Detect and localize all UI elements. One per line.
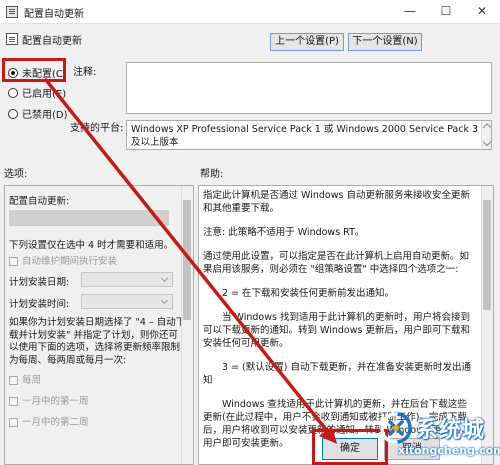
help-paragraph: 当 Windows 找到适用于此计算机的更新时，用户将会接到可以下载更新的通知。… — [203, 312, 470, 349]
first-week-label: 一月中的第一周 — [22, 396, 89, 407]
schedule-time-dropdown[interactable] — [81, 294, 173, 309]
next-setting-button[interactable]: 下一个设置(N) — [348, 33, 422, 51]
supported-platforms-value: Windows XP Professional Service Pack 1 或… — [131, 124, 479, 148]
first-week-checkbox-row[interactable]: 一月中的第一周 — [9, 393, 89, 407]
comment-textarea[interactable] — [126, 62, 492, 114]
radio-enabled-label: 已启用(E) — [22, 89, 67, 100]
watermark-logo-icon — [380, 412, 412, 444]
help-heading: 帮助: — [200, 169, 224, 180]
first-week-checkbox[interactable] — [9, 397, 18, 406]
maintenance-checkbox-label: 自动维护期间执行安装 — [22, 256, 118, 267]
radio-not-configured[interactable]: 未配置(C) — [8, 65, 67, 80]
radio-indicator[interactable] — [8, 87, 18, 98]
maintenance-checkbox[interactable] — [9, 257, 18, 266]
options-scroll-thumb[interactable] — [183, 200, 191, 320]
previous-setting-button[interactable]: 上一个设置(P) — [270, 33, 344, 51]
supported-platforms-label: 支持的平台: — [70, 123, 124, 134]
radio-disabled[interactable]: 已禁用(D) — [8, 106, 68, 121]
options-scrollbar[interactable] — [181, 186, 193, 464]
radio-enabled[interactable]: 已启用(E) — [8, 85, 66, 100]
radio-indicator-selected[interactable] — [8, 67, 18, 78]
second-week-label: 一月中的第二周 — [22, 417, 89, 428]
window-title: 配置自动更新 — [24, 9, 84, 20]
policy-icon — [6, 6, 18, 18]
supported-platforms-field: Windows XP Professional Service Pack 1 或… — [126, 120, 492, 150]
second-week-checkbox-row[interactable]: 一月中的第二周 — [9, 414, 89, 428]
policy-name: 配置自动更新 — [22, 36, 82, 47]
options-note: 下列设置仅在选中 4 时才需要和适用。 — [9, 240, 174, 251]
platform-scrollbar[interactable] — [481, 121, 491, 149]
weekly-label: 每周 — [22, 375, 42, 386]
schedule-day-label: 计划安装日期: — [9, 277, 70, 288]
radio-disabled-label: 已禁用(D) — [22, 110, 68, 121]
maximize-button[interactable]: ☐ — [428, 0, 464, 24]
title-bar: 配置自动更新 — ☐ ✕ — [0, 0, 500, 24]
help-paragraph: 2 = 在下载和安装任何更新前发出通知。 — [222, 288, 395, 299]
help-paragraph: 通过使用此设置，可以指定是否在此计算机上启用自动更新。如果启用该服务，则必须在 … — [203, 251, 470, 275]
radio-not-configured-label: 未配置(C) — [22, 69, 67, 80]
options-panel: 配置自动更新: 下列设置仅在选中 4 时才需要和适用。 自动维护期间执行安装 计… — [4, 185, 194, 465]
watermark-url: xitongcheng.com — [398, 444, 500, 457]
configure-updates-label: 配置自动更新: — [9, 196, 70, 207]
help-paragraph: 3 = (默认设置) 自动下载更新，并在准备安装更新时发出通知 — [203, 362, 471, 386]
help-paragraph: 指定此计算机是否通过 Windows 自动更新服务来接收安全更新和其他重要下载。 — [203, 190, 470, 214]
watermark: 系统城 xitongcheng.com — [378, 410, 500, 462]
ok-button[interactable]: 确定 — [322, 438, 378, 460]
schedule-time-label: 计划安装时间: — [9, 299, 70, 310]
options-heading: 选项: — [4, 169, 28, 180]
configure-updates-select[interactable] — [9, 210, 169, 226]
help-paragraph: 注意: 此策略不适用于 Windows RT。 — [203, 227, 365, 238]
setting-icon — [6, 33, 18, 45]
weekly-checkbox[interactable] — [9, 376, 18, 385]
help-scroll-thumb[interactable] — [483, 200, 491, 310]
schedule-day-dropdown[interactable] — [81, 272, 173, 287]
weekly-checkbox-row[interactable]: 每周 — [9, 372, 41, 386]
comment-label: 注释: — [73, 67, 97, 78]
maintenance-checkbox-row[interactable]: 自动维护期间执行安装 — [9, 253, 117, 267]
radio-indicator[interactable] — [8, 108, 18, 119]
close-button[interactable]: ✕ — [464, 0, 500, 24]
second-week-checkbox[interactable] — [9, 418, 18, 427]
schedule-description: 如果你为计划安装日期选择了 "4 – 自动下载并计划安装" 并指定了计划，则你还… — [9, 317, 186, 366]
minimize-button[interactable]: — — [392, 0, 428, 24]
watermark-text: 系统城 — [416, 418, 486, 443]
